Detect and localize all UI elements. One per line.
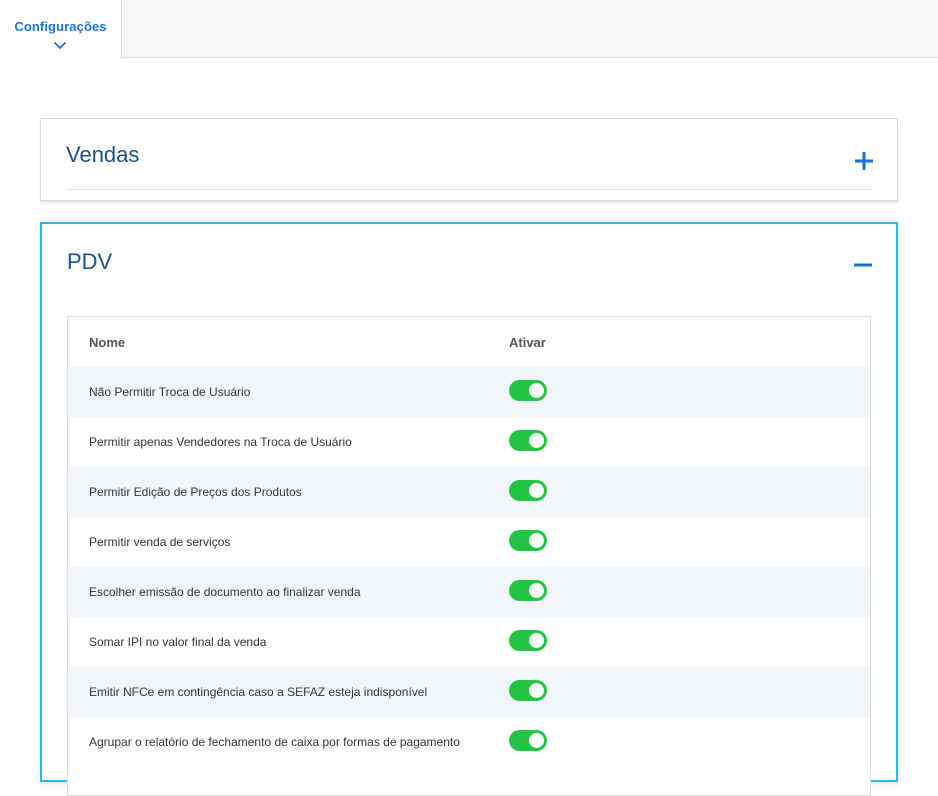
row-label: Emitir NFCe em contingência caso a SEFAZ…	[89, 685, 428, 699]
plus-icon[interactable]	[855, 152, 873, 170]
row-label: Escolher emissão de documento ao finaliz…	[89, 585, 361, 599]
section-pdv-title[interactable]: PDV	[67, 249, 112, 275]
section-vendas-divider	[66, 189, 872, 190]
column-header-ativar: Ativar	[509, 335, 546, 350]
column-header-nome: Nome	[89, 335, 126, 350]
toggle-knob	[529, 483, 544, 498]
section-vendas: Vendas	[40, 118, 898, 201]
toggle-switch[interactable]	[509, 430, 547, 451]
toggle-switch[interactable]	[509, 630, 547, 651]
toggle-knob	[529, 683, 544, 698]
toggle-switch[interactable]	[509, 480, 547, 501]
table-row: Agrupar o relatório de fechamento de cai…	[68, 717, 870, 767]
table-row: Escolher emissão de documento ao finaliz…	[68, 567, 870, 617]
tab-configuracoes[interactable]: Configurações	[0, 0, 122, 59]
minus-icon[interactable]	[854, 262, 872, 268]
chevron-down-icon	[54, 42, 66, 49]
toggle-switch[interactable]	[509, 580, 547, 601]
row-label: Permitir Edição de Preços dos Produtos	[89, 485, 302, 499]
table-row: Emitir NFCe em contingência caso a SEFAZ…	[68, 667, 870, 717]
toggle-knob	[529, 583, 544, 598]
row-label: Somar IPI no valor final da venda	[89, 635, 267, 649]
toggle-switch[interactable]	[509, 530, 547, 551]
toggle-knob	[529, 733, 544, 748]
top-tab-bar: Configurações	[0, 0, 938, 59]
toggle-switch[interactable]	[509, 680, 547, 701]
section-vendas-title[interactable]: Vendas	[66, 142, 139, 168]
tab-configuracoes-label: Configurações	[14, 19, 107, 34]
row-label: Não Permitir Troca de Usuário	[89, 385, 251, 399]
table-row: Não Permitir Troca de Usuário	[68, 367, 870, 417]
row-label: Permitir venda de serviços	[89, 535, 231, 549]
table-row: Somar IPI no valor final da venda	[68, 617, 870, 667]
toggle-switch[interactable]	[509, 380, 547, 401]
row-label: Agrupar o relatório de fechamento de cai…	[89, 735, 460, 749]
table-row: Permitir venda de serviços	[68, 517, 870, 567]
row-label: Permitir apenas Vendedores na Troca de U…	[89, 435, 352, 449]
toggle-knob	[529, 383, 544, 398]
toggle-knob	[529, 433, 544, 448]
toggle-knob	[529, 633, 544, 648]
section-pdv: PDV Nome Ativar Não Permitir Troca de Us…	[40, 222, 898, 796]
table-row: Permitir Edição de Preços dos Produtos	[68, 467, 870, 517]
settings-table: Nome Ativar Não Permitir Troca de Usuári…	[67, 316, 871, 796]
toggle-switch[interactable]	[509, 730, 547, 751]
toggle-knob	[529, 533, 544, 548]
table-row: Permitir apenas Vendedores na Troca de U…	[68, 417, 870, 467]
